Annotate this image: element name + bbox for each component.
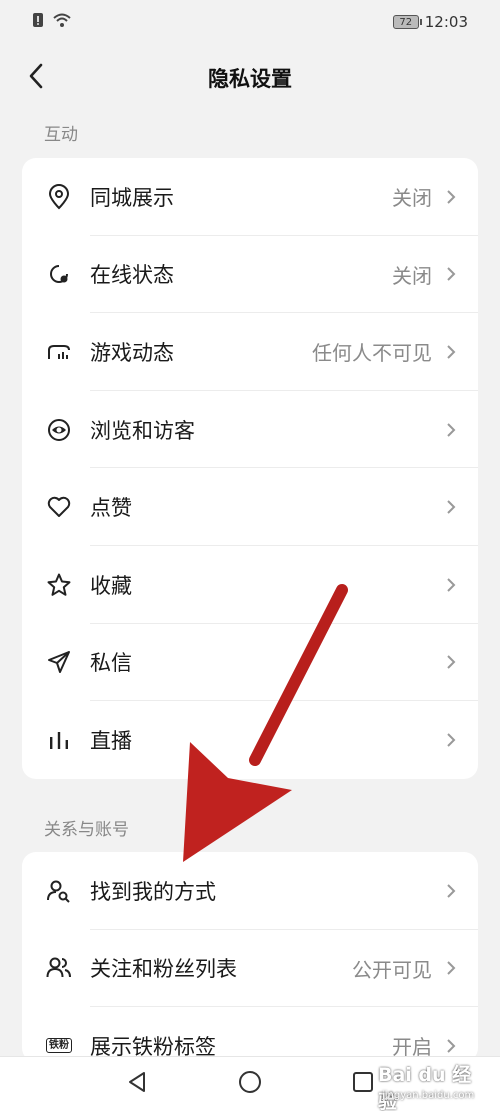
row-label: 收藏 <box>90 573 132 598</box>
clock: 12:03 <box>424 13 468 31</box>
status-left <box>32 12 72 32</box>
row-value: 公开可见 <box>352 957 432 982</box>
watermark-url: jingyan.baidu.com <box>382 1090 475 1101</box>
settings-row-likes[interactable]: 点赞 <box>22 468 478 546</box>
settings-row-messages[interactable]: 私信 <box>22 624 478 702</box>
status-bar: 72 12:03 <box>0 0 500 44</box>
header: 隐私设置 <box>0 48 500 108</box>
row-label: 关注和粉丝列表 <box>90 957 237 982</box>
chevron-right-icon <box>444 575 458 595</box>
settings-row-online-status[interactable]: 在线状态 关闭 <box>22 236 478 314</box>
row-label: 私信 <box>90 651 132 676</box>
settings-row-live[interactable]: 直播 <box>22 701 478 779</box>
location-pin-icon <box>44 182 74 212</box>
live-bars-icon <box>44 725 74 755</box>
battery-icon: 72 <box>392 15 422 29</box>
battery-level: 72 <box>399 16 413 28</box>
recents-nav-button[interactable] <box>348 1069 378 1099</box>
heart-icon <box>44 492 74 522</box>
interaction-card: 同城展示 关闭 在线状态 关闭 游戏动态 任何人不可见 浏览和访客 点赞 收藏 … <box>22 158 478 779</box>
eye-icon <box>44 415 74 445</box>
circle-home-icon <box>238 1070 262 1098</box>
row-label: 浏览和访客 <box>90 418 195 443</box>
row-value: 关闭 <box>392 186 432 211</box>
star-icon <box>44 570 74 600</box>
section-label-interaction: 互动 <box>44 125 78 145</box>
watermark-brand: Bai du 经验 <box>378 1064 472 1111</box>
chevron-right-icon <box>444 264 458 284</box>
back-nav-button[interactable] <box>122 1069 152 1099</box>
row-value: 关闭 <box>392 263 432 288</box>
back-button[interactable] <box>18 58 54 98</box>
wifi-icon <box>52 12 72 32</box>
chevron-right-icon <box>444 730 458 750</box>
chevron-right-icon <box>444 652 458 672</box>
chevron-right-icon <box>444 958 458 978</box>
status-right: 72 12:03 <box>392 13 468 31</box>
chevron-right-icon <box>444 881 458 901</box>
section-label-relationship: 关系与账号 <box>44 820 129 840</box>
chevron-right-icon <box>444 342 458 362</box>
settings-row-follow-fans-list[interactable]: 关注和粉丝列表 公开可见 <box>22 930 478 1008</box>
back-arrow-icon <box>28 63 44 93</box>
settings-row-find-me[interactable]: 找到我的方式 <box>22 852 478 930</box>
chevron-right-icon <box>444 187 458 207</box>
settings-row-game-activity[interactable]: 游戏动态 任何人不可见 <box>22 313 478 391</box>
badge-text: 铁粉 <box>46 1038 72 1054</box>
gamepad-icon <box>44 337 74 367</box>
chevron-right-icon <box>444 1036 458 1056</box>
square-recents-icon <box>352 1071 374 1097</box>
row-label: 点赞 <box>90 496 132 521</box>
online-status-icon <box>44 259 74 289</box>
user-search-icon <box>44 876 74 906</box>
baidu-watermark: Bai du 经验 jingyan.baidu.com <box>378 1060 490 1111</box>
alert-icon <box>32 12 44 32</box>
page-title: 隐私设置 <box>208 67 292 91</box>
row-label: 直播 <box>90 728 132 753</box>
row-label: 找到我的方式 <box>90 879 216 904</box>
users-icon <box>44 953 74 983</box>
relationship-card: 找到我的方式 关注和粉丝列表 公开可见 铁粉 展示铁粉标签 开启 <box>22 852 478 1062</box>
settings-row-nearby[interactable]: 同城展示 关闭 <box>22 158 478 236</box>
settings-row-iron-fan-tag[interactable]: 铁粉 展示铁粉标签 开启 <box>22 1007 478 1062</box>
row-value: 任何人不可见 <box>312 341 432 366</box>
settings-row-browse-visitors[interactable]: 浏览和访客 <box>22 391 478 469</box>
chevron-right-icon <box>444 497 458 517</box>
home-nav-button[interactable] <box>235 1069 265 1099</box>
triangle-back-icon <box>127 1071 147 1097</box>
row-label: 同城展示 <box>90 185 174 210</box>
row-label: 游戏动态 <box>90 340 174 365</box>
send-icon <box>44 647 74 677</box>
chevron-right-icon <box>444 420 458 440</box>
row-label: 在线状态 <box>90 263 174 288</box>
settings-row-favorites[interactable]: 收藏 <box>22 546 478 624</box>
